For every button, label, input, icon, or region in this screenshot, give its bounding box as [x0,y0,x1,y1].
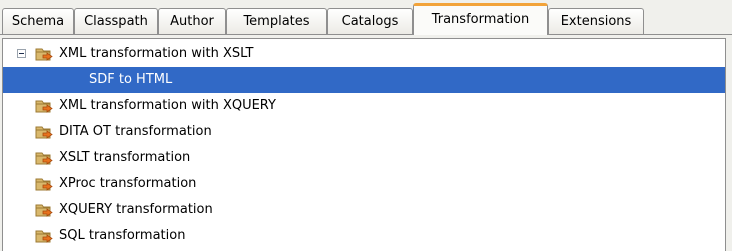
transformation-icon [35,100,53,113]
tree-item-xslt-transformation[interactable]: XSLT transformation [3,145,725,171]
tab-classpath[interactable]: Classpath [74,8,158,34]
tree-item-label: XSLT transformation [59,150,191,165]
transformation-icon [35,48,53,61]
tree-item-label: DITA OT transformation [59,124,212,139]
tree-item-xml-transformation-with-xquery[interactable]: XML transformation with XQUERY [3,93,725,119]
transformation-icon [35,178,53,191]
tab-label: Schema [11,14,65,29]
tab-author[interactable]: Author [158,8,226,34]
tab-label: Templates [243,14,310,29]
tab-templates[interactable]: Templates [226,8,327,34]
collapse-toggle-icon[interactable] [17,49,26,58]
transformation-icon [35,126,53,139]
transformation-icon [35,152,53,165]
transformation-icon [35,204,53,217]
tab-label: Catalogs [341,14,399,29]
tree-item-label: XProc transformation [59,176,197,191]
tab-schema[interactable]: Schema [2,8,74,34]
tab-label: Transformation [431,12,530,27]
tree-item-label: SDF to HTML [89,72,173,87]
tab-bar-baseline [0,34,732,35]
tree-item-xml-transformation-with-xslt[interactable]: XML transformation with XSLT [3,41,725,67]
tab-transformation[interactable]: Transformation [413,3,548,35]
tree-item-xproc-transformation[interactable]: XProc transformation [3,171,725,197]
tab-label: Extensions [560,14,632,29]
transformation-icon [35,230,53,243]
tree-item-sql-transformation[interactable]: SQL transformation [3,223,725,249]
tree-item-dita-ot-transformation[interactable]: DITA OT transformation [3,119,725,145]
tree-item-label: XML transformation with XSLT [59,46,254,61]
transformation-preferences-panel: Schema Classpath Author Templates Catalo… [0,0,732,251]
tab-catalogs[interactable]: Catalogs [327,8,413,34]
tree-item-sdf-to-html[interactable]: SDF to HTML [3,67,725,93]
tree-item-label: XML transformation with XQUERY [59,98,276,113]
transformation-tree[interactable]: XML transformation with XSLT SDF to HTML… [2,38,726,251]
tab-label: Author [170,14,214,29]
tree-item-label: XQUERY transformation [59,202,213,217]
tree-item-xquery-transformation[interactable]: XQUERY transformation [3,197,725,223]
tree-item-label: SQL transformation [59,228,186,243]
tab-extensions[interactable]: Extensions [548,8,644,34]
tab-label: Classpath [84,14,148,29]
tab-bar: Schema Classpath Author Templates Catalo… [0,0,732,36]
